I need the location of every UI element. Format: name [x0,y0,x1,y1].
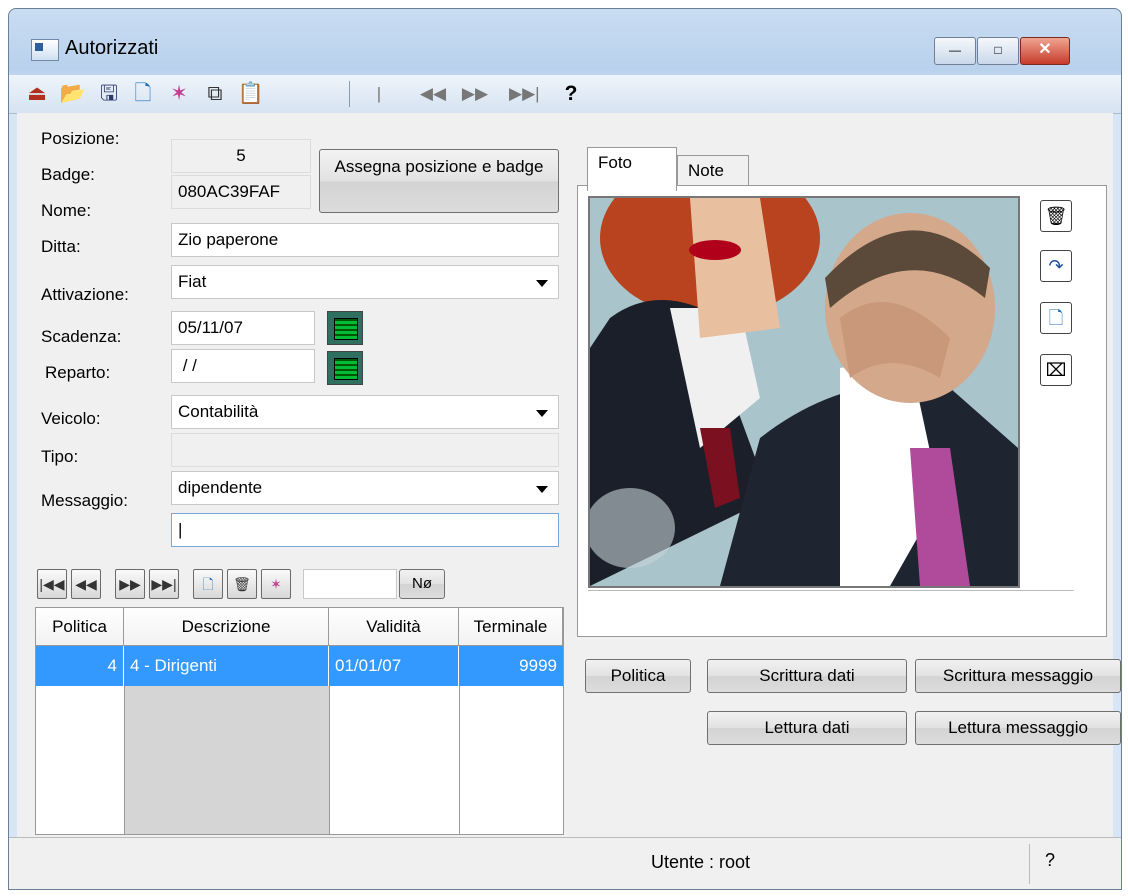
reparto-select[interactable]: Contabilità [171,395,559,429]
no-button[interactable]: Nø [399,569,445,599]
veicolo-label: Veicolo: [41,409,101,428]
nome-label: Nome: [41,201,92,220]
clear-icon[interactable]: ✶ [165,80,193,108]
grid-divider [329,686,330,834]
grid-last-button[interactable]: ▶▶| [149,569,179,599]
tab-control: Foto Note 🗑 ↷ 🗋 ⌧ [577,143,1117,643]
empty-description-column [124,686,329,834]
table-row[interactable]: 4 4 - Dirigenti 01/01/07 9999 [36,646,563,686]
grid-previous-button[interactable]: ◀◀ [71,569,101,599]
lettura-dati-button[interactable]: Lettura dati [707,711,907,745]
ditta-select[interactable]: Fiat [171,265,559,299]
panel-divider [588,590,1074,591]
rotate-photo-icon[interactable]: ↷ [1040,250,1072,282]
badge-field: 080AC39FAF [171,175,311,209]
scadenza-input[interactable]: / / [171,349,315,383]
new-photo-icon[interactable]: 🗋 [1040,302,1072,334]
window-title: Autorizzati [65,37,159,59]
tipo-label: Tipo: [41,447,79,466]
copy-icon[interactable]: ⧉ [201,80,229,108]
toolbar: ⏏ 📂 🖫 🗋 ✶ ⧉ 📋 |◀◀ ◀◀ ▶▶ ▶▶| ? [9,75,1121,131]
first-record-icon[interactable]: |◀◀ [365,80,393,131]
column-header-descrizione[interactable]: Descrizione [124,608,329,646]
next-record-icon[interactable]: ▶▶ [461,80,489,108]
nome-input[interactable]: Zio paperone [171,223,559,257]
toolbar-separator [349,81,350,107]
column-header-politica[interactable]: Politica [36,608,124,646]
scanner-icon[interactable]: ⌧ [1040,354,1072,386]
grid-new-button[interactable]: 🗋 [193,569,223,599]
grid-clear-button[interactable]: ✶ [261,569,291,599]
scrittura-messaggio-button[interactable]: Scrittura messaggio [915,659,1121,693]
calendar-icon[interactable] [327,311,363,345]
foto-panel: 🗑 ↷ 🗋 ⌧ [577,185,1107,637]
new-icon[interactable]: 🗋 [129,80,157,108]
save-icon[interactable]: 🖫 [95,80,123,108]
help-icon[interactable]: ? [557,80,585,108]
grid-first-button[interactable]: |◀◀ [37,569,67,599]
grid-divider [124,686,125,834]
status-user: Utente : root [651,852,751,872]
attivazione-input[interactable]: 05/11/07 [171,311,315,345]
delete-photo-icon[interactable]: 🗑 [1040,200,1072,232]
app-icon [31,39,59,61]
status-help: ? [1045,850,1056,870]
column-header-terminale[interactable]: Terminale [459,608,563,646]
policy-grid: Politica Descrizione Validità Terminale … [35,607,564,835]
cell-terminale: 9999 [519,656,557,675]
cell-descrizione: 4 - Dirigenti [124,646,329,686]
close-button[interactable]: ✕ [1020,37,1070,65]
posizione-label: Posizione: [41,129,120,148]
scrittura-dati-button[interactable]: Scrittura dati [707,659,907,693]
lettura-messaggio-button[interactable]: Lettura messaggio [915,711,1121,745]
previous-record-icon[interactable]: ◀◀ [419,80,447,108]
tab-foto[interactable]: Foto [587,147,677,191]
tipo-select[interactable]: dipendente [171,471,559,505]
minimize-button[interactable]: — [934,37,976,65]
cell-politica: 4 [36,646,124,686]
messaggio-input[interactable]: | [171,513,559,547]
messaggio-label: Messaggio: [41,491,128,510]
calendar-icon[interactable] [327,351,363,385]
grid-delete-button[interactable]: 🗑 [227,569,257,599]
grid-divider [459,686,460,834]
grid-search-input[interactable] [303,569,397,599]
exit-icon[interactable]: ⏏ [23,80,51,108]
veicolo-field [171,433,559,467]
status-bar: Utente : root ? [9,837,1121,889]
main-window: Autorizzati — □ ✕ ⏏ 📂 🖫 🗋 ✶ ⧉ 📋 |◀◀ ◀◀ ▶… [8,8,1122,890]
scadenza-label: Scadenza: [41,327,122,346]
cell-validita: 01/01/07 [329,646,459,686]
politica-button[interactable]: Politica [585,659,691,693]
open-icon[interactable]: 📂 [59,80,87,108]
badge-label: Badge: [41,165,95,184]
tab-note[interactable]: Note [677,155,749,189]
paste-icon[interactable]: 📋 [237,80,265,108]
grid-next-button[interactable]: ▶▶ [115,569,145,599]
maximize-button[interactable]: □ [977,37,1019,65]
title-bar: Autorizzati — □ ✕ [9,9,1121,75]
person-photo [588,196,1020,588]
status-separator [1029,844,1030,884]
ditta-label: Ditta: [41,237,81,256]
column-header-validita[interactable]: Validità [329,608,459,646]
attivazione-label: Attivazione: [41,285,129,304]
reparto-label: Reparto: [45,363,111,382]
last-record-icon[interactable]: ▶▶| [509,80,540,108]
client-area: Posizione: 5 Badge: 080AC39FAF Assegna p… [17,113,1121,837]
assign-position-badge-button[interactable]: Assegna posizione e badge [319,149,559,213]
posizione-field: 5 [171,139,311,173]
